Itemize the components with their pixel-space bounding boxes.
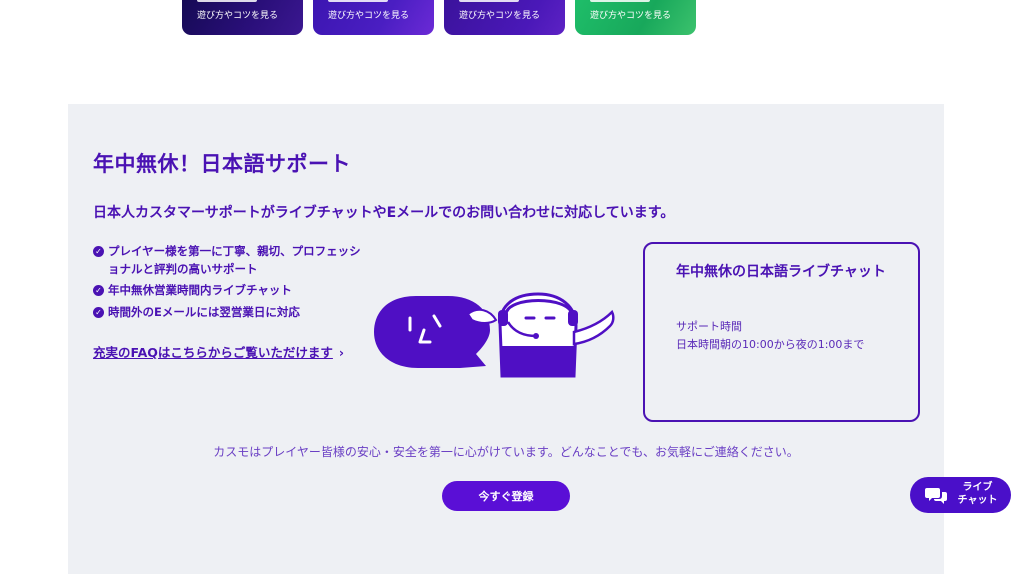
support-note: カスモはプレイヤー皆様の安心・安全を第一に心がけています。どんなことでも、お気軽… bbox=[213, 445, 799, 459]
feature-item: ✓ 年中無休営業時間内ライブチャット bbox=[93, 281, 368, 299]
live-chat-label: ライブ チャット bbox=[955, 481, 1000, 507]
feature-text: 年中無休営業時間内ライブチャット bbox=[108, 283, 292, 297]
support-section: 年中無休！日本語サポート 日本人カスタマーサポートがライブチャットやEメールでの… bbox=[68, 104, 944, 574]
faq-link[interactable]: 充実のFAQはこちらからご覧いただけます › bbox=[93, 342, 344, 361]
live-chat-info-box: 年中無休の日本語ライブチャット サポート時間 日本時間朝の10:00から夜の1:… bbox=[643, 242, 920, 422]
support-title: 年中無休！日本語サポート bbox=[93, 152, 351, 176]
card-link-label: 遊び方やコツを見る bbox=[459, 11, 541, 21]
feature-text: 時間外のEメールには翌営業日に対応 bbox=[108, 305, 300, 319]
check-icon: ✓ bbox=[93, 246, 104, 257]
faq-link-label: 充実のFAQはこちらからご覧いただけます bbox=[93, 345, 333, 360]
live-chat-label-line1: ライブ bbox=[962, 482, 993, 493]
feature-item: ✓ プレイヤー様を第一に丁寧、親切、プロフェッショナルと評判の高いサポート bbox=[93, 242, 368, 278]
register-button[interactable]: 今すぐ登録 bbox=[442, 481, 570, 511]
chevron-right-icon: › bbox=[338, 345, 345, 360]
check-icon: ✓ bbox=[93, 285, 104, 296]
check-icon: ✓ bbox=[93, 307, 104, 318]
live-chat-button[interactable]: ライブ チャット bbox=[910, 477, 1011, 513]
game-card-3[interactable]: 遊び方やコツを見る bbox=[444, 0, 565, 35]
feature-text: プレイヤー様を第一に丁寧、親切、プロフェッショナルと評判の高いサポート bbox=[108, 244, 361, 276]
game-card-1[interactable]: 遊び方やコツを見る bbox=[182, 0, 303, 35]
chat-box-title: 年中無休の日本語ライブチャット bbox=[676, 264, 886, 280]
mascot-illustration bbox=[374, 292, 615, 378]
support-subtitle: 日本人カスタマーサポートがライブチャットやEメールでのお問い合わせに対応していま… bbox=[93, 205, 675, 221]
chat-bubbles-icon bbox=[925, 488, 947, 504]
card-title-fragment bbox=[197, 0, 257, 2]
card-title-fragment bbox=[328, 0, 388, 2]
game-card-2[interactable]: 遊び方やコツを見る bbox=[313, 0, 434, 35]
live-chat-label-line2: チャット bbox=[957, 495, 998, 506]
card-title-fragment bbox=[459, 0, 519, 2]
card-link-label: 遊び方やコツを見る bbox=[328, 11, 410, 21]
card-link-label: 遊び方やコツを見る bbox=[197, 11, 279, 21]
card-title-fragment bbox=[590, 0, 650, 2]
card-link-label: 遊び方やコツを見る bbox=[590, 11, 672, 21]
support-hours-label: サポート時間 bbox=[676, 320, 742, 333]
support-hours-value: 日本時間朝の10:00から夜の1:00まで bbox=[676, 338, 865, 351]
feature-item: ✓ 時間外のEメールには翌営業日に対応 bbox=[93, 303, 368, 321]
game-card-4[interactable]: 遊び方やコツを見る bbox=[575, 0, 696, 35]
